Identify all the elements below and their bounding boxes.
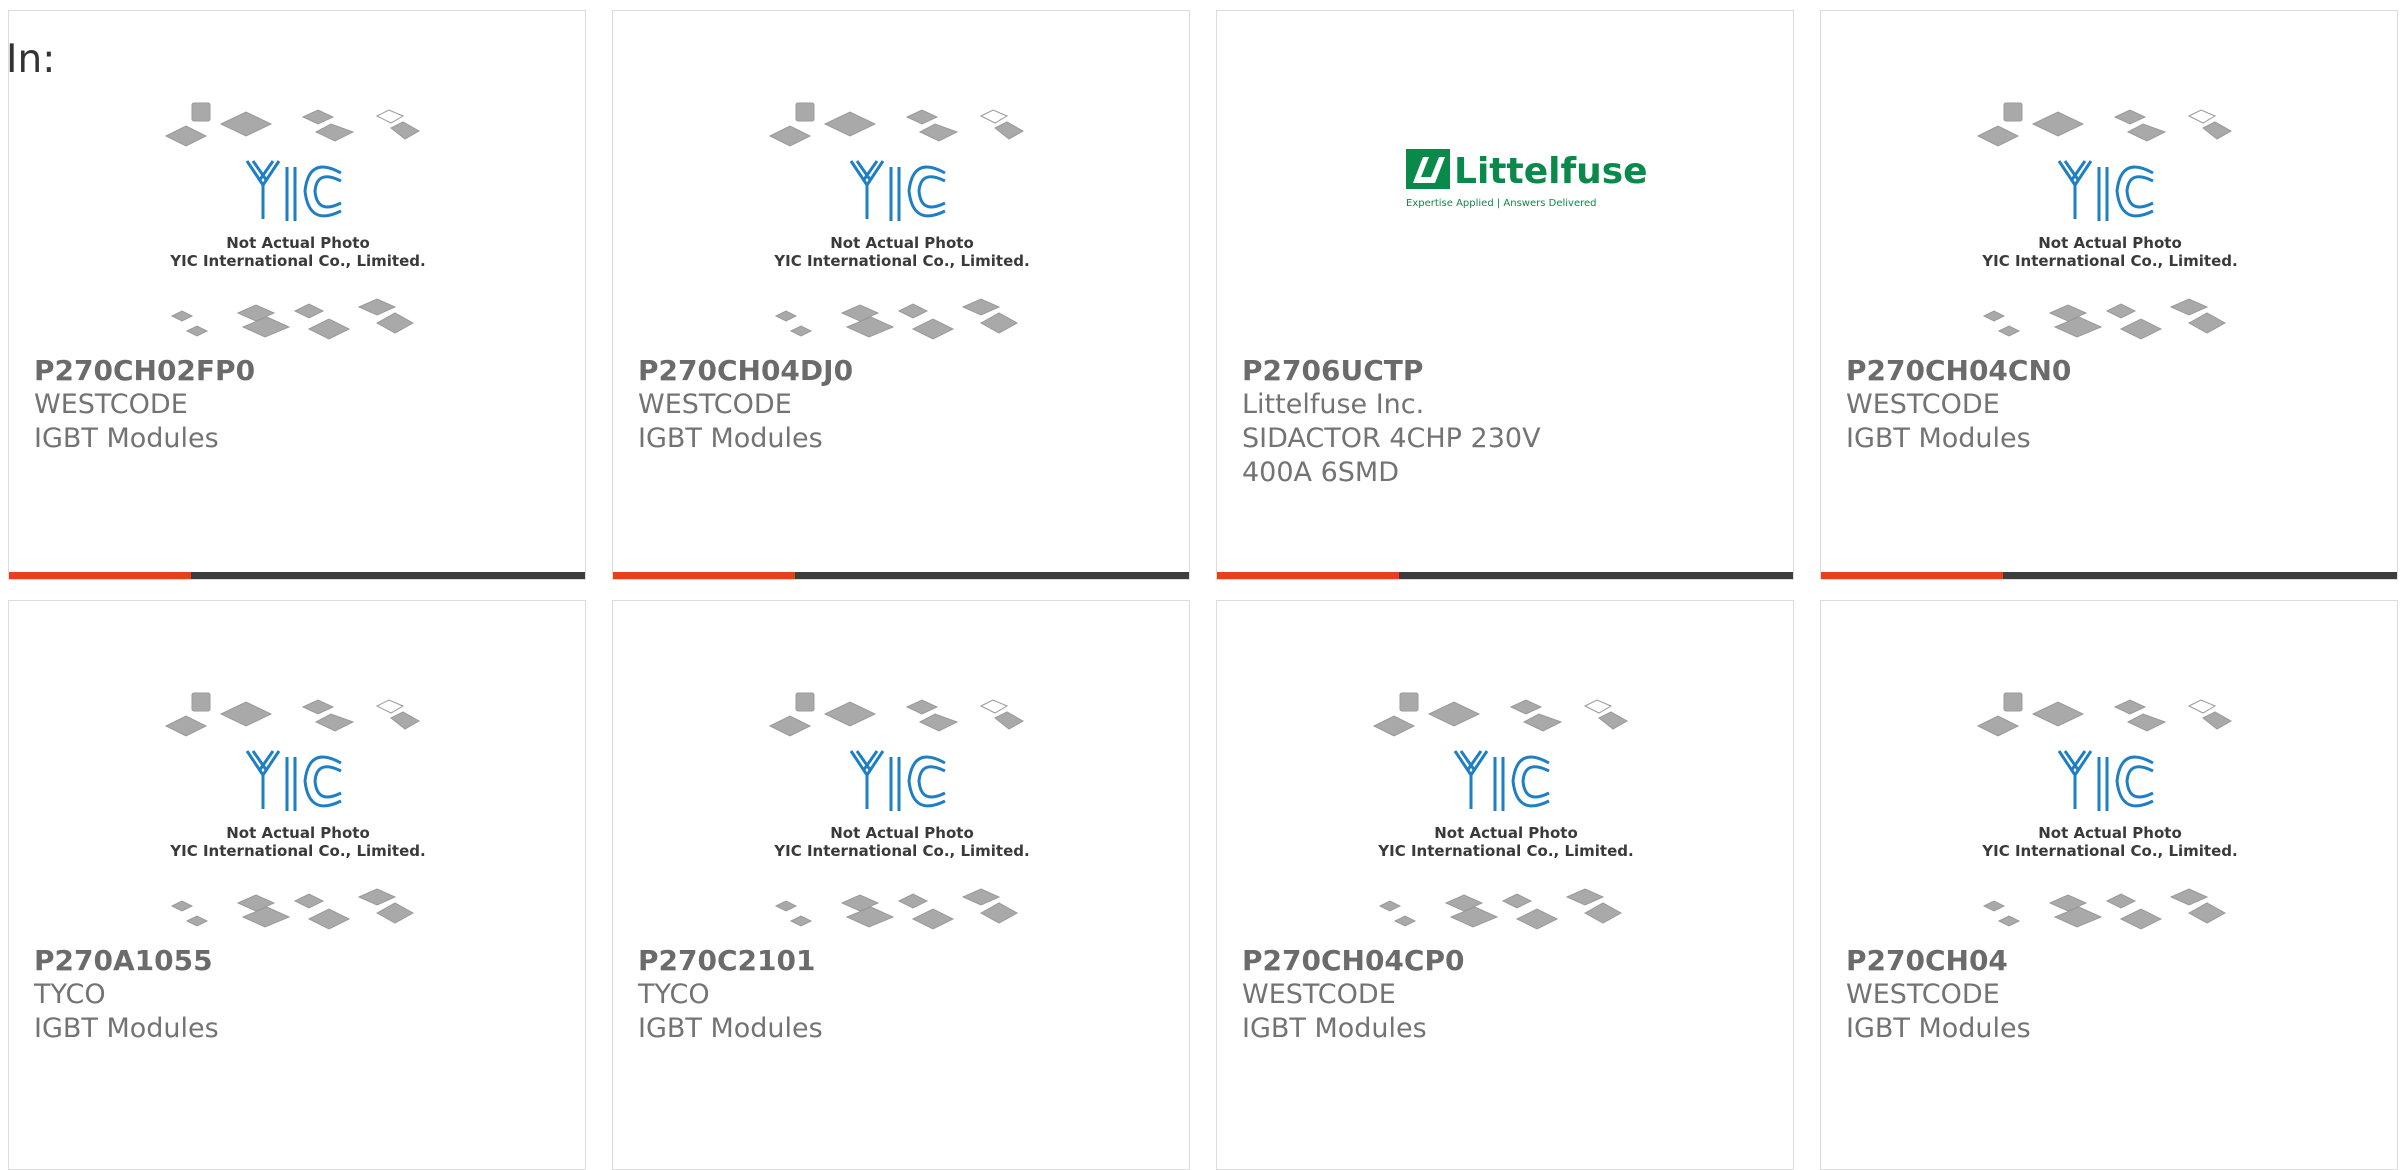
manufacturer: WESTCODE (34, 389, 188, 420)
littelfuse-logo: Littelfuse Expertise Applied | Answers D… (1406, 149, 1648, 209)
description: IGBT Modules (1846, 423, 2031, 454)
manufacturer: WESTCODE (1846, 389, 2000, 420)
part-number-link[interactable]: P270C2101 (638, 944, 1158, 978)
description: IGBT Modules (34, 423, 219, 454)
part-number-link[interactable]: P2706UCTP (1242, 354, 1762, 388)
placeholder-caption: Not Actual Photo (226, 824, 370, 842)
chip-icons-top (164, 102, 421, 147)
product-card[interactable]: Not Actual Photo YIC International Co., … (8, 10, 586, 580)
yic-placeholder-image: Not Actual Photo YIC International Co., … (164, 102, 426, 340)
manufacturer: WESTCODE (1242, 979, 1396, 1010)
yic-logo-icon (1453, 750, 1550, 811)
manufacturer: WESTCODE (1846, 979, 2000, 1010)
chip-icons-bottom (1378, 888, 1623, 930)
chip-icons-top (768, 692, 1025, 737)
chip-icons-top (768, 102, 1025, 147)
chip-icons-bottom (774, 888, 1019, 930)
manufacturer: Littelfuse Inc. (1242, 389, 1425, 420)
placeholder-caption: Not Actual Photo (830, 234, 974, 252)
card-bottom-bar (1821, 572, 2397, 579)
product-card[interactable]: Littelfuse Expertise Applied | Answers D… (1216, 10, 1794, 580)
description: IGBT Modules (1242, 1013, 1427, 1044)
card-bottom-bar (9, 572, 585, 579)
chip-icons-top (1976, 102, 2233, 147)
placeholder-caption: Not Actual Photo (2038, 234, 2182, 252)
chip-icons-bottom (774, 298, 1019, 340)
placeholder-caption: Not Actual Photo (1434, 824, 1578, 842)
yic-placeholder-image: Not Actual Photo YIC International Co., … (1372, 692, 1634, 930)
yic-logo-icon (849, 160, 946, 221)
product-image[interactable]: Littelfuse Expertise Applied | Answers D… (1217, 11, 1793, 351)
chip-icons-bottom (170, 298, 415, 340)
manufacturer: WESTCODE (638, 389, 792, 420)
yic-logo-icon (245, 160, 342, 221)
card-accent-bar (9, 572, 191, 579)
yic-placeholder-image: Not Actual Photo YIC International Co., … (164, 692, 426, 930)
placeholder-company: YIC International Co., Limited. (169, 252, 425, 270)
chip-icons-top (164, 692, 421, 737)
manufacturer: TYCO (34, 979, 106, 1010)
card-accent-bar (1217, 572, 1399, 579)
product-card[interactable]: Not Actual Photo YIC International Co., … (8, 600, 586, 1170)
yic-placeholder-image: Not Actual Photo YIC International Co., … (1976, 102, 2238, 340)
part-number-link[interactable]: P270A1055 (34, 944, 554, 978)
part-number-link[interactable]: P270CH04CP0 (1242, 944, 1762, 978)
product-image[interactable]: Not Actual Photo YIC International Co., … (613, 601, 1189, 941)
chip-icons-top (1976, 692, 2233, 737)
card-accent-bar (1821, 572, 2003, 579)
yic-placeholder-image: Not Actual Photo YIC International Co., … (768, 692, 1030, 930)
placeholder-company: YIC International Co., Limited. (773, 842, 1029, 860)
chip-icons-bottom (1982, 888, 2227, 930)
product-card[interactable]: Not Actual Photo YIC International Co., … (1820, 600, 2398, 1170)
placeholder-company: YIC International Co., Limited. (1377, 842, 1633, 860)
yic-logo-icon (2057, 750, 2154, 811)
yic-logo-icon (849, 750, 946, 811)
placeholder-caption: Not Actual Photo (2038, 824, 2182, 842)
product-card[interactable]: Not Actual Photo YIC International Co., … (612, 10, 1190, 580)
description: SIDACTOR 4CHP 230V 400A 6SMD (1242, 423, 1541, 488)
product-image[interactable]: Not Actual Photo YIC International Co., … (9, 11, 585, 351)
product-card[interactable]: Not Actual Photo YIC International Co., … (1216, 600, 1794, 1170)
placeholder-company: YIC International Co., Limited. (773, 252, 1029, 270)
filter-label: In: (6, 37, 56, 82)
placeholder-company: YIC International Co., Limited. (1981, 842, 2237, 860)
yic-logo-icon (2057, 160, 2154, 221)
product-image[interactable]: Not Actual Photo YIC International Co., … (9, 601, 585, 941)
product-image[interactable]: Not Actual Photo YIC International Co., … (1821, 11, 2397, 351)
yic-placeholder-image: Not Actual Photo YIC International Co., … (1976, 692, 2238, 930)
card-accent-bar (613, 572, 795, 579)
manufacturer: TYCO (638, 979, 710, 1010)
description: IGBT Modules (34, 1013, 219, 1044)
description: IGBT Modules (638, 423, 823, 454)
chip-icons-top (1372, 692, 1629, 737)
product-image[interactable]: Not Actual Photo YIC International Co., … (613, 11, 1189, 351)
placeholder-caption: Not Actual Photo (226, 234, 370, 252)
yic-logo-icon (245, 750, 342, 811)
card-bottom-bar (613, 572, 1189, 579)
part-number-link[interactable]: P270CH02FP0 (34, 354, 554, 388)
chip-icons-bottom (1982, 298, 2227, 340)
product-card[interactable]: Not Actual Photo YIC International Co., … (1820, 10, 2398, 580)
product-image[interactable]: Not Actual Photo YIC International Co., … (1821, 601, 2397, 941)
description: IGBT Modules (638, 1013, 823, 1044)
littelfuse-brand: Littelfuse (1454, 151, 1648, 192)
part-number-link[interactable]: P270CH04DJ0 (638, 354, 1158, 388)
product-image[interactable]: Not Actual Photo YIC International Co., … (1217, 601, 1793, 941)
placeholder-caption: Not Actual Photo (830, 824, 974, 842)
part-number-link[interactable]: P270CH04 (1846, 944, 2366, 978)
chip-icons-bottom (170, 888, 415, 930)
placeholder-company: YIC International Co., Limited. (169, 842, 425, 860)
placeholder-company: YIC International Co., Limited. (1981, 252, 2237, 270)
littelfuse-tagline: Expertise Applied | Answers Delivered (1406, 198, 1597, 209)
card-bottom-bar (1217, 572, 1793, 579)
part-number-link[interactable]: P270CH04CN0 (1846, 354, 2366, 388)
product-card[interactable]: Not Actual Photo YIC International Co., … (612, 600, 1190, 1170)
description: IGBT Modules (1846, 1013, 2031, 1044)
yic-placeholder-image: Not Actual Photo YIC International Co., … (768, 102, 1030, 340)
